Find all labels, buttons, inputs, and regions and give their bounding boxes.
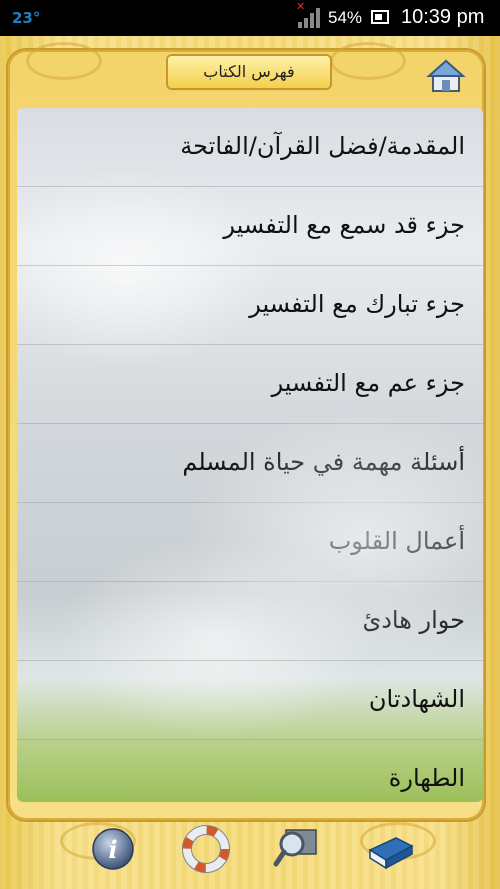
svg-text:i: i (108, 835, 117, 864)
list-item[interactable]: حوار هادئ (17, 582, 483, 661)
list-item[interactable]: الطهارة (17, 740, 483, 802)
chapter-list: المقدمة/فضل القرآن/الفاتحة جزء قد سمع مع… (17, 108, 483, 802)
chapter-label: جزء قد سمع مع التفسير (223, 211, 465, 239)
ornament-left (26, 42, 102, 80)
battery-percent: 54% (328, 8, 363, 27)
info-icon[interactable]: i (88, 824, 138, 874)
list-item[interactable]: جزء تبارك مع التفسير (17, 266, 483, 345)
home-icon[interactable] (426, 58, 466, 94)
list-item[interactable]: الشهادتان (17, 661, 483, 740)
chapter-label: جزء تبارك مع التفسير (249, 290, 465, 318)
search-icon[interactable] (272, 824, 322, 874)
list-item[interactable]: أسئلة مهمة في حياة المسلم (17, 424, 483, 503)
chapter-label: أسئلة مهمة في حياة المسلم (182, 448, 465, 476)
list-item[interactable]: أعمال القلوب (17, 503, 483, 582)
bottom-toolbar: i (0, 812, 500, 889)
list-item[interactable]: جزء قد سمع مع التفسير (17, 187, 483, 266)
battery-icon (371, 10, 389, 24)
status-bar: 23° ✕ 54% 10:39 pm (0, 0, 500, 36)
chapter-label: الشهادتان (368, 685, 465, 713)
chapter-label: حوار هادئ (362, 606, 465, 634)
book-icon[interactable] (366, 824, 416, 874)
list-item[interactable]: المقدمة/فضل القرآن/الفاتحة (17, 108, 483, 187)
chapter-list-panel: المقدمة/فضل القرآن/الفاتحة جزء قد سمع مع… (17, 108, 483, 802)
chapter-label: أعمال القلوب (328, 527, 465, 555)
clock: 10:39 pm (401, 6, 485, 28)
ornament-right (330, 42, 406, 80)
chapter-label: الطهارة (388, 764, 465, 792)
page-title: فهرس الكتاب (168, 56, 330, 88)
list-item[interactable]: جزء عم مع التفسير (17, 345, 483, 424)
help-lifebuoy-icon[interactable] (181, 824, 231, 874)
chapter-label: المقدمة/فضل القرآن/الفاتحة (180, 132, 465, 160)
signal-icon (298, 8, 320, 28)
chapter-label: جزء عم مع التفسير (271, 369, 465, 397)
temperature-readout: 23° (12, 9, 41, 27)
